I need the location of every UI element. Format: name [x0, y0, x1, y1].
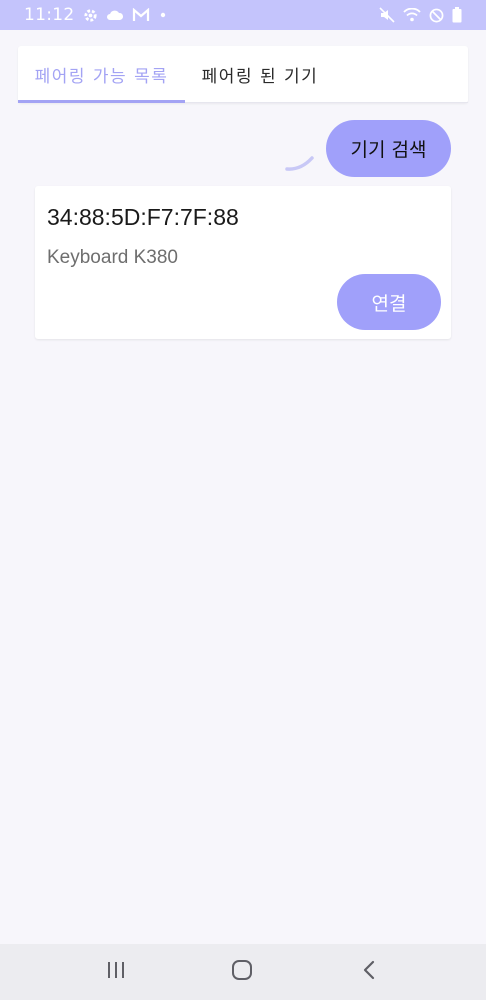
device-name: Keyboard K380 — [47, 247, 178, 268]
cloud-icon — [106, 9, 124, 21]
settings-icon — [83, 8, 98, 23]
recents-button[interactable] — [81, 944, 151, 1000]
dot-icon — [158, 10, 168, 20]
device-card: 34:88:5D:F7:7F:88 Keyboard K380 연결 — [35, 186, 451, 339]
search-devices-button[interactable]: 기기 검색 — [326, 120, 451, 177]
tab-label: 페어링 된 기기 — [201, 67, 319, 87]
back-button[interactable] — [334, 944, 404, 1000]
status-time: 11:12 — [24, 5, 75, 25]
gmail-icon — [132, 8, 150, 22]
status-bar-left: 11:12 — [24, 5, 168, 25]
home-icon — [231, 959, 253, 986]
tab-paired-devices[interactable]: 페어링 된 기기 — [185, 46, 335, 103]
status-bar-right — [379, 7, 462, 23]
mute-icon — [379, 7, 395, 23]
do-not-disturb-icon — [429, 8, 444, 23]
tab-indicator — [18, 100, 185, 103]
loading-spinner-icon — [283, 134, 317, 172]
device-address: 34:88:5D:F7:7F:88 — [47, 204, 239, 230]
status-bar: 11:12 — [0, 0, 486, 30]
wifi-icon — [403, 8, 421, 22]
battery-icon — [452, 7, 462, 23]
tab-pairable-list[interactable]: 페어링 가능 목록 — [18, 46, 185, 103]
navigation-bar — [0, 944, 486, 1000]
connect-label: 연결 — [371, 292, 407, 315]
tab-label: 페어링 가능 목록 — [34, 67, 169, 87]
recents-icon — [106, 961, 126, 984]
connect-button[interactable]: 연결 — [337, 274, 441, 330]
home-button[interactable] — [207, 944, 277, 1000]
tab-bar: 페어링 가능 목록 페어링 된 기기 — [18, 46, 468, 103]
back-icon — [362, 960, 376, 985]
search-devices-label: 기기 검색 — [350, 139, 427, 161]
